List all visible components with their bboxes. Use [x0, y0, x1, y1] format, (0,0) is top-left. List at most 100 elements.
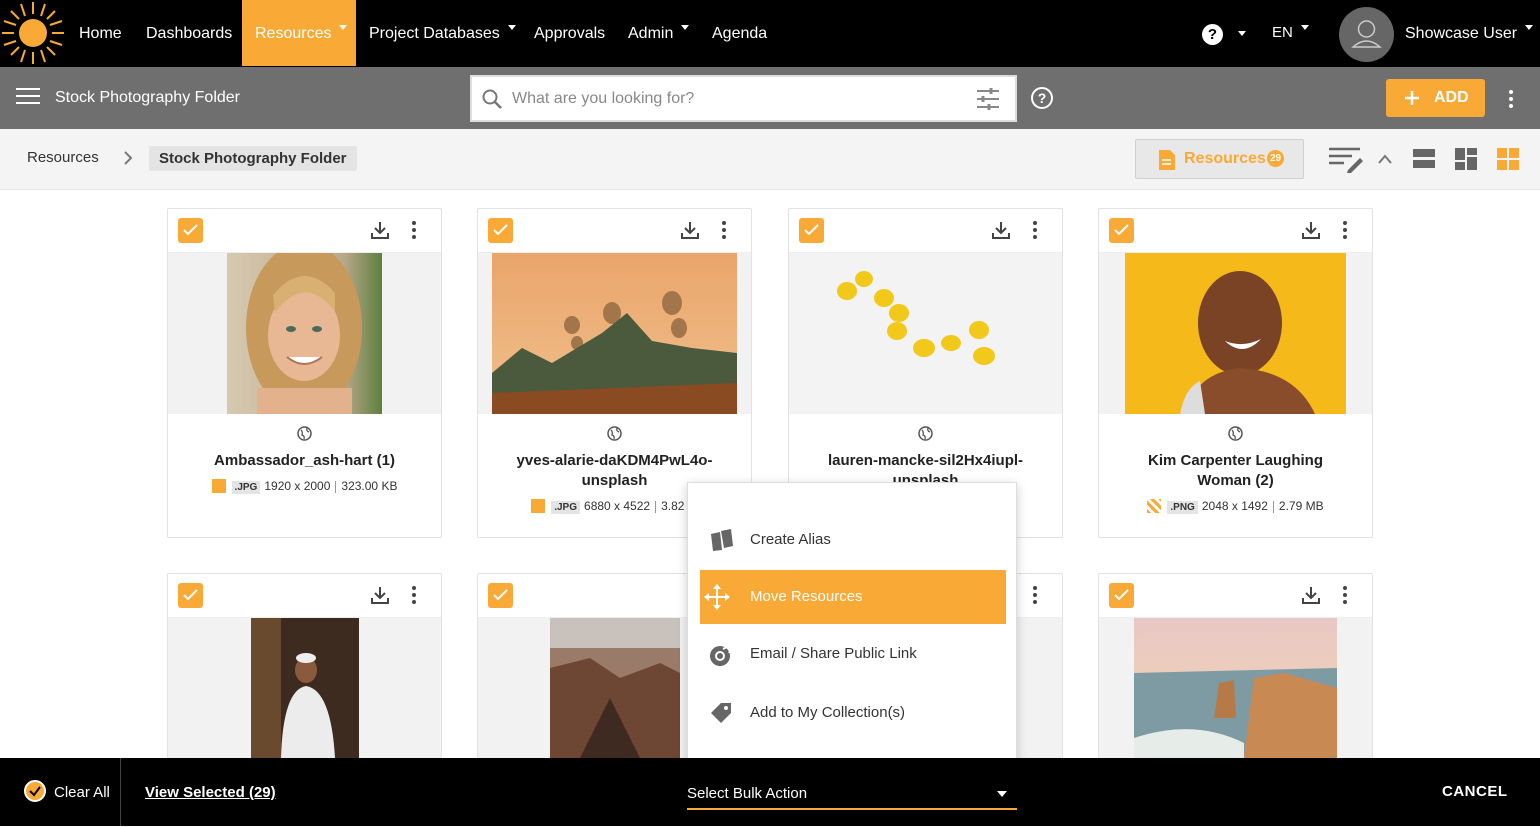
- select-checkbox[interactable]: [488, 583, 513, 608]
- cancel-button[interactable]: CANCEL: [1442, 758, 1508, 826]
- more-options-icon[interactable]: [1509, 90, 1513, 108]
- resources-count-button[interactable]: Resources 29: [1135, 139, 1304, 179]
- list-view-icon[interactable]: [1413, 149, 1435, 169]
- card-menu-icon[interactable]: [1033, 586, 1037, 604]
- thumbnail[interactable]: [478, 253, 751, 414]
- menu-item-create-alias[interactable]: Create Alias: [700, 513, 1006, 567]
- user-icon: [1351, 20, 1382, 48]
- select-checkbox[interactable]: [488, 218, 513, 243]
- resource-meta: .PNG 2048 x 1492 2.79 MB: [1099, 498, 1372, 514]
- resource-card[interactable]: [167, 573, 442, 758]
- checkmark-icon: [1114, 224, 1129, 236]
- laughing-woman-image: [1125, 253, 1346, 414]
- chevron-down-icon: [507, 25, 516, 31]
- download-icon[interactable]: [680, 220, 700, 240]
- checkmark-icon: [493, 224, 508, 236]
- menu-item-add-to-collection[interactable]: Add to My Collection(s): [700, 686, 1006, 740]
- resource-title: Ambassador_ash-hart (1): [214, 452, 395, 469]
- card-menu-icon[interactable]: [722, 221, 726, 239]
- seated-man-image: [251, 618, 359, 758]
- thumbnail[interactable]: [168, 253, 441, 414]
- globe-icon: [1228, 426, 1243, 441]
- filter-sliders-icon[interactable]: [975, 87, 1001, 111]
- card-menu-icon[interactable]: [1033, 221, 1037, 239]
- select-checkbox[interactable]: [799, 218, 824, 243]
- download-icon[interactable]: [991, 220, 1011, 240]
- chevron-up-icon[interactable]: [1377, 153, 1393, 165]
- balloons-temples-image: [492, 253, 737, 414]
- breadcrumb: Resources Stock Photography Folder Resou…: [0, 129, 1540, 190]
- select-checkbox[interactable]: [178, 583, 203, 608]
- checkmark-icon: [1114, 589, 1129, 601]
- breadcrumb-current-folder: Stock Photography Folder: [149, 146, 357, 171]
- divider: [120, 758, 121, 826]
- checkmark-icon: [183, 224, 198, 236]
- download-icon[interactable]: [1301, 585, 1321, 605]
- checkmark-icon: [183, 589, 198, 601]
- help-icon[interactable]: ?: [1202, 24, 1223, 45]
- breadcrumb-resources[interactable]: Resources: [27, 129, 99, 187]
- png-file-icon: [1147, 498, 1162, 513]
- nav-dashboards[interactable]: Dashboards: [146, 0, 232, 66]
- user-avatar[interactable]: [1339, 7, 1394, 62]
- select-checkbox[interactable]: [178, 218, 203, 243]
- resource-card[interactable]: Ambassador_ash-hart (1) .JPG 1920 x 2000 3…: [167, 208, 442, 538]
- alias-cards-icon: [711, 529, 733, 551]
- checkmark-icon: [804, 224, 819, 236]
- card-menu-icon[interactable]: [412, 221, 416, 239]
- thumbnail[interactable]: [1099, 618, 1372, 758]
- thumbnail[interactable]: [168, 618, 441, 758]
- portrait-woman-image: [227, 253, 382, 414]
- checkmark-icon: [493, 589, 508, 601]
- menu-item-share-public-link[interactable]: Email / Share Public Link: [700, 627, 1006, 681]
- folder-title: Stock Photography Folder: [55, 89, 240, 106]
- chevron-right-icon: [124, 151, 133, 165]
- nav-admin[interactable]: Admin: [628, 0, 690, 66]
- move-arrows-icon: [704, 584, 730, 610]
- chevron-down-icon: [339, 25, 348, 31]
- dropdown-arrow-icon: [997, 791, 1007, 797]
- hamburger-menu-icon[interactable]: [16, 88, 40, 106]
- language-selector[interactable]: EN: [1272, 0, 1309, 66]
- nav-agenda[interactable]: Agenda: [712, 0, 767, 66]
- nav-project-databases[interactable]: Project Databases: [369, 0, 516, 66]
- thumbnail[interactable]: [789, 253, 1062, 414]
- resources-count-badge: 29: [1267, 150, 1284, 167]
- nav-home[interactable]: Home: [79, 0, 122, 66]
- resource-card[interactable]: Kim Carpenter Laughing Woman (2) .PNG 204…: [1098, 208, 1373, 538]
- image-file-icon: [531, 498, 546, 513]
- help-menu-chevron-icon[interactable]: [1238, 31, 1246, 36]
- tag-icon: [711, 703, 731, 723]
- card-menu-icon[interactable]: [1343, 586, 1347, 604]
- clear-all-button[interactable]: Clear All: [24, 758, 110, 828]
- add-button[interactable]: ADD: [1386, 79, 1485, 117]
- download-icon[interactable]: [370, 585, 390, 605]
- user-menu[interactable]: Showcase User: [1405, 0, 1534, 66]
- bulk-action-menu: Create Alias Move Resources Email / Shar…: [687, 482, 1017, 769]
- folder-toolbar: Stock Photography Folder ? ADD: [0, 67, 1540, 129]
- nav-approvals[interactable]: Approvals: [534, 0, 605, 66]
- select-checkbox[interactable]: [1109, 583, 1134, 608]
- globe-icon: [918, 426, 933, 441]
- search-input[interactable]: [512, 77, 962, 120]
- chevron-down-icon: [1300, 24, 1309, 30]
- masonry-view-icon[interactable]: [1455, 148, 1477, 170]
- bulk-action-select[interactable]: Select Bulk Action: [687, 776, 1017, 810]
- download-icon[interactable]: [1301, 220, 1321, 240]
- nav-resources[interactable]: Resources: [242, 0, 356, 66]
- grid-view-icon[interactable]: [1497, 148, 1519, 170]
- card-menu-icon[interactable]: [412, 586, 416, 604]
- select-checkbox[interactable]: [1109, 218, 1134, 243]
- download-icon[interactable]: [370, 220, 390, 240]
- resource-title: Kim Carpenter Laughing Woman (2): [1147, 452, 1323, 489]
- plus-icon: [1405, 91, 1419, 105]
- view-selected-link[interactable]: View Selected (29): [145, 758, 276, 828]
- menu-item-move-resources[interactable]: Move Resources: [700, 570, 1006, 624]
- globe-icon: [297, 426, 312, 441]
- search-help-icon[interactable]: ?: [1030, 86, 1054, 110]
- resource-card[interactable]: [1098, 573, 1373, 758]
- card-menu-icon[interactable]: [1343, 221, 1347, 239]
- thumbnail[interactable]: [1099, 253, 1372, 414]
- edit-list-icon[interactable]: [1328, 145, 1364, 173]
- sun-logo-icon[interactable]: [0, 0, 66, 66]
